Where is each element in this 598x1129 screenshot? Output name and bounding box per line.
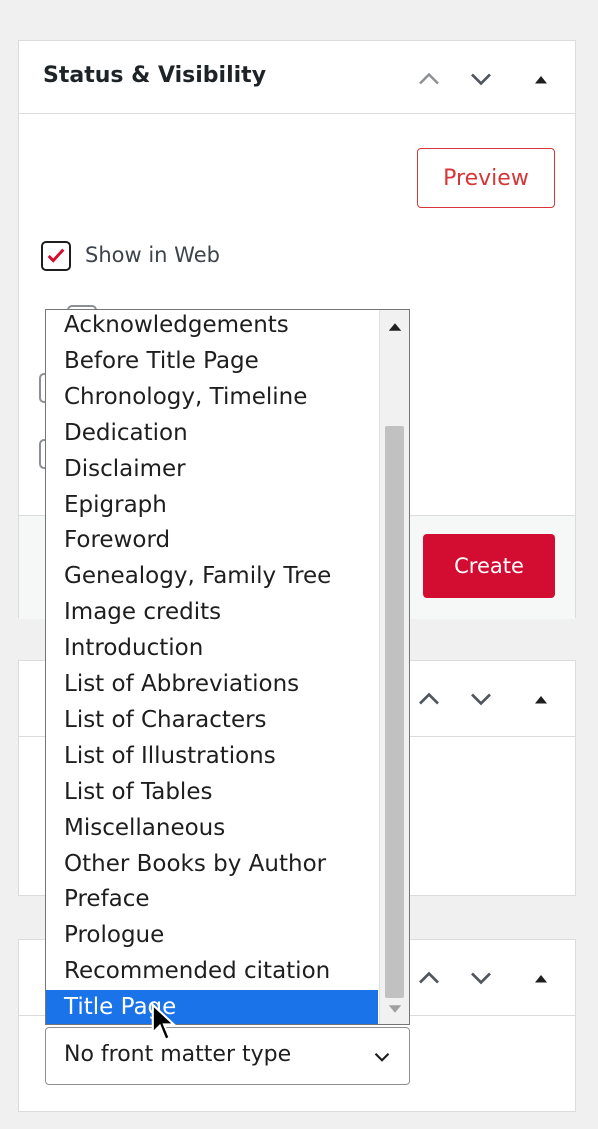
move-down-button[interactable]	[463, 681, 499, 717]
chevron-down-icon	[471, 693, 491, 706]
dropdown-option[interactable]: Miscellaneous	[46, 811, 378, 846]
dropdown-option[interactable]: Recommended citation	[46, 954, 378, 989]
mouse-pointer-icon	[151, 1002, 177, 1042]
move-down-button[interactable]	[463, 61, 499, 97]
chevron-up-icon	[419, 692, 439, 705]
show-in-web-checkbox[interactable]	[41, 241, 71, 271]
show-in-web-label: Show in Web	[85, 243, 220, 267]
dropdown-option[interactable]: List of Abbreviations	[46, 667, 378, 702]
select-value: No front matter type	[64, 1042, 292, 1067]
dropdown-option[interactable]: Dedication	[46, 416, 378, 451]
dropdown-option[interactable]: Chronology, Timeline	[46, 380, 378, 415]
panel-title: Status & Visibility	[43, 63, 267, 88]
triangle-up-icon	[535, 696, 547, 704]
dropdown-option[interactable]: Epigraph	[46, 488, 378, 523]
dropdown-option[interactable]: Image credits	[46, 595, 378, 630]
dropdown-option[interactable]: Prologue	[46, 918, 378, 953]
dropdown-option[interactable]: Acknowledgements	[46, 310, 378, 343]
dropdown-option[interactable]: Title Page	[46, 990, 378, 1024]
dropdown-option[interactable]: List of Tables	[46, 775, 378, 810]
dropdown-option[interactable]: List of Illustrations	[46, 739, 378, 774]
chevron-up-icon	[419, 72, 439, 85]
move-up-button[interactable]	[411, 681, 447, 717]
front-matter-type-listbox[interactable]: Acknowledgements Before Title Page Chronol…	[45, 309, 410, 1025]
chevron-down-icon	[471, 73, 491, 86]
chevron-up-icon	[419, 971, 439, 984]
dropdown-option[interactable]: Introduction	[46, 631, 378, 666]
dropdown-option[interactable]: Disclaimer	[46, 452, 378, 487]
triangle-up-icon	[535, 76, 547, 84]
move-down-button[interactable]	[463, 960, 499, 996]
triangle-up-icon	[388, 323, 402, 331]
scroll-up-arrow[interactable]	[380, 312, 409, 342]
triangle-down-icon	[388, 1005, 402, 1013]
dropdown-option[interactable]: Before Title Page	[46, 344, 378, 379]
dropdown-option[interactable]: List of Characters	[46, 703, 378, 738]
front-matter-type-select[interactable]: No front matter type	[45, 1027, 410, 1085]
panel-header: Status & Visibility	[19, 41, 575, 114]
dropdown-option[interactable]: Other Books by Author	[46, 847, 378, 882]
dropdown-option[interactable]: Preface	[46, 882, 378, 917]
chevron-down-icon	[471, 972, 491, 985]
move-up-button[interactable]	[411, 960, 447, 996]
collapse-toggle-button[interactable]	[523, 960, 559, 996]
collapse-toggle-button[interactable]	[523, 681, 559, 717]
preview-button[interactable]: Preview	[417, 148, 555, 208]
chevron-down-icon	[369, 1044, 395, 1070]
collapse-toggle-button[interactable]	[523, 61, 559, 97]
triangle-up-icon	[535, 975, 547, 983]
create-button[interactable]: Create	[423, 534, 555, 598]
scroll-down-arrow[interactable]	[380, 994, 409, 1024]
dropdown-option[interactable]: Genealogy, Family Tree	[46, 559, 378, 594]
scrollbar-thumb[interactable]	[385, 426, 404, 998]
listbox-scrollbar[interactable]	[379, 310, 409, 1024]
dropdown-option[interactable]: Foreword	[46, 523, 378, 558]
checkmark-icon	[47, 248, 65, 263]
move-up-button[interactable]	[411, 61, 447, 97]
